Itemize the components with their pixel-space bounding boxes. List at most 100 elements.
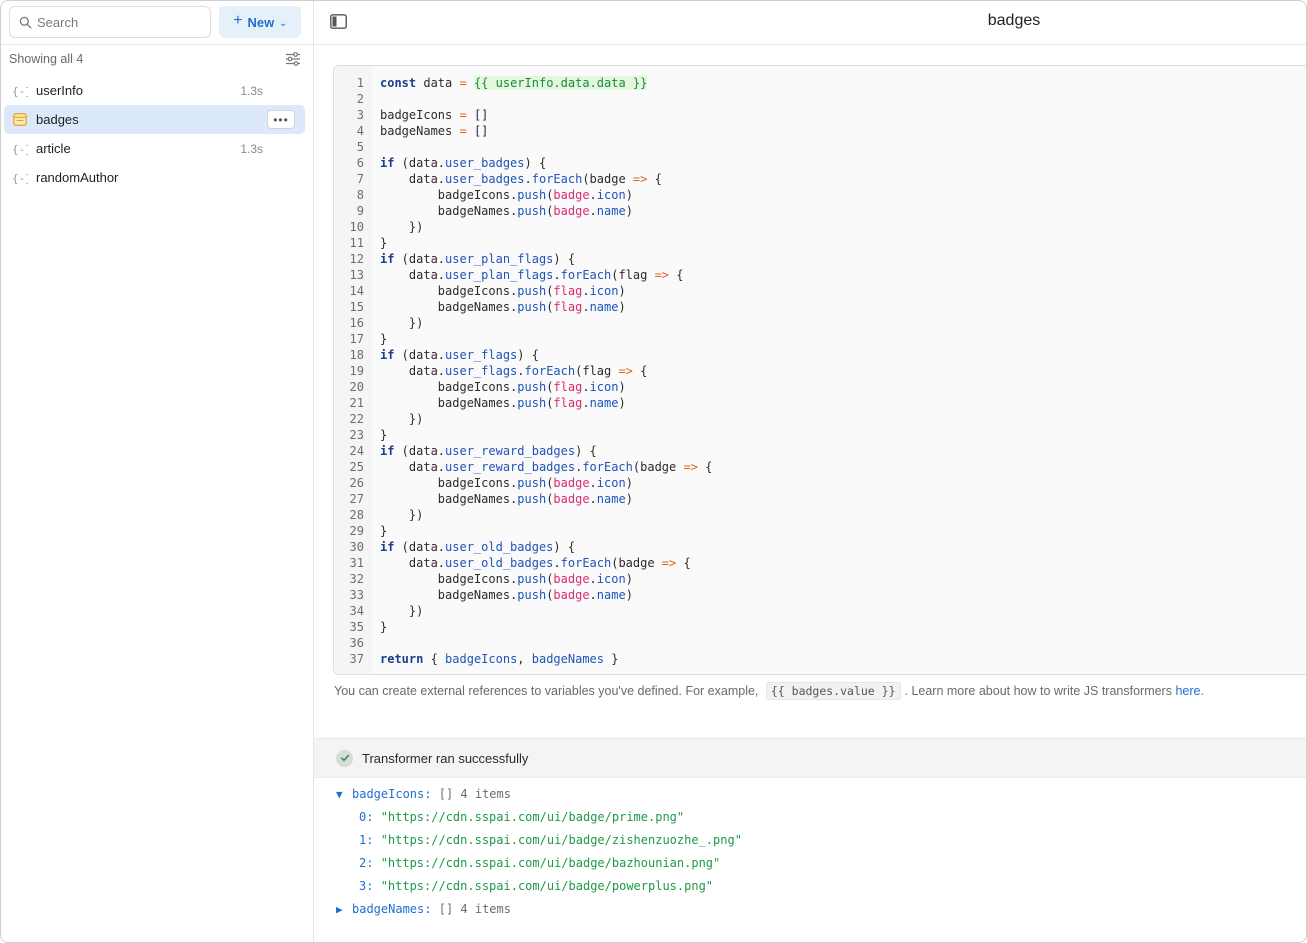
line-number: 20	[349, 380, 364, 394]
line-number: 4	[356, 124, 364, 138]
query-item-userinfo[interactable]: {-} userInfo 1.3s	[4, 76, 305, 105]
code-line: 15 badgeNames.push(flag.name)	[334, 299, 1306, 315]
code-line: 35}	[334, 619, 1306, 635]
code-line: 27 badgeNames.push(badge.name)	[334, 491, 1306, 507]
query-sidebar: + New ⌄ Showing all 4 {-} userInfo 1.3s	[1, 1, 314, 942]
query-item-badges[interactable]: badges •••	[4, 105, 305, 134]
code-editor[interactable]: 1 const data = {{ userInfo.data.data }} 2 3…	[333, 65, 1306, 675]
code-text: badgeNames.push(badge.name)	[380, 492, 633, 506]
code-text: }	[380, 620, 388, 634]
code-text: if (data.user_reward_badges) {	[380, 444, 597, 458]
svg-text:{-}: {-}	[12, 172, 28, 185]
code-text: badgeIcons.push(flag.icon)	[380, 380, 626, 394]
code-text: }	[380, 236, 388, 250]
code-line: 12 if (data.user_plan_flags) {	[334, 251, 1306, 267]
code-text: if (data.user_flags) {	[380, 348, 539, 362]
tree-value: "https://cdn.sspai.com/ui/badge/powerplu…	[380, 879, 714, 893]
tree-value: "https://cdn.sspai.com/ui/badge/prime.pn…	[380, 810, 685, 824]
tree-meta: [] 4 items	[438, 902, 511, 916]
code-text: badgeNames.push(badge.name)	[380, 588, 633, 602]
svg-text:{-}: {-}	[12, 85, 28, 98]
plus-icon: +	[233, 12, 243, 29]
query-icon: {-}	[12, 141, 28, 157]
line-number: 36	[349, 636, 364, 650]
line-number: 25	[349, 460, 364, 474]
code-line: 36	[334, 635, 1306, 651]
line-number: 11	[349, 236, 364, 250]
caret-right-icon[interactable]: ▶	[336, 898, 352, 921]
query-name: randomAuthor	[36, 170, 119, 185]
code-text: if (data.user_plan_flags) {	[380, 252, 576, 266]
tree-meta: [] 4 items	[438, 787, 511, 801]
search-box[interactable]	[9, 6, 211, 38]
tree-node-badgeicons[interactable]: ▼ badgeIcons: [] 4 items	[336, 783, 742, 806]
svg-text:{-}: {-}	[12, 143, 28, 156]
query-name: userInfo	[36, 83, 83, 98]
new-query-button[interactable]: + New ⌄	[219, 6, 301, 38]
code-text: data.user_badges.forEach(badge => {	[380, 172, 662, 186]
filter-settings-icon[interactable]	[285, 51, 301, 67]
line-number: 34	[349, 604, 364, 618]
query-count-label: Showing all 4	[9, 52, 84, 66]
code-text: data.user_old_badges.forEach(badge => {	[380, 556, 691, 570]
line-number: 32	[349, 572, 364, 586]
line-number: 15	[349, 300, 364, 314]
code-line: 4 badgeNames = []	[334, 123, 1306, 139]
code-line: 26 badgeIcons.push(badge.icon)	[334, 475, 1306, 491]
code-text: })	[380, 412, 424, 426]
helper-prefix: You can create external references to va…	[334, 684, 759, 698]
code-text: }	[380, 332, 388, 346]
tree-index: 3:	[359, 879, 374, 893]
code-text: data.user_reward_badges.forEach(badge =>…	[380, 460, 713, 474]
line-number: 22	[349, 412, 364, 426]
code-line: 29}	[334, 523, 1306, 539]
line-number: 3	[356, 108, 364, 122]
caret-down-icon[interactable]: ▼	[336, 783, 352, 806]
code-line: 14 badgeIcons.push(flag.icon)	[334, 283, 1306, 299]
helper-middle: . Learn more about how to write JS trans…	[904, 684, 1172, 698]
sidebar-toolbar: + New ⌄	[1, 1, 313, 45]
code-line: 2	[334, 91, 1306, 107]
code-line: 6 if (data.user_badges) {	[334, 155, 1306, 171]
code-line: 11}	[334, 235, 1306, 251]
query-runtime: 1.3s	[240, 83, 263, 98]
app-window: + New ⌄ Showing all 4 {-} userInfo 1.3s	[0, 0, 1307, 943]
code-line: 5	[334, 139, 1306, 155]
line-number: 37	[349, 652, 364, 666]
line-number: 29	[349, 524, 364, 538]
line-number: 28	[349, 508, 364, 522]
code-text: }	[380, 524, 388, 538]
search-input[interactable]	[37, 14, 197, 30]
code-text: })	[380, 604, 424, 618]
query-item-article[interactable]: {-} article 1.3s	[4, 134, 305, 163]
result-status-text: Transformer ran successfully	[362, 750, 529, 766]
query-name: badges	[36, 112, 79, 127]
docs-link[interactable]: here	[1175, 684, 1200, 698]
code-text: if (data.user_badges) {	[380, 156, 547, 170]
tree-index: 1:	[359, 833, 374, 847]
tree-node-badgenames[interactable]: ▶ badgeNames: [] 4 items	[336, 898, 742, 921]
code-line: 28 })	[334, 507, 1306, 523]
tree-key: badgeNames:	[352, 902, 432, 916]
new-button-label: New	[247, 14, 275, 30]
line-number: 14	[349, 284, 364, 298]
code-text: return { badgeIcons, badgeNames }	[380, 652, 619, 666]
code-line: 22 })	[334, 411, 1306, 427]
tree-item: 3: "https://cdn.sspai.com/ui/badge/power…	[336, 875, 742, 898]
query-item-randomauthor[interactable]: {-} randomAuthor	[4, 163, 305, 192]
sidebar-toggle-icon[interactable]	[330, 14, 347, 29]
code-text: badgeIcons.push(badge.icon)	[380, 188, 633, 202]
more-options-button[interactable]: •••	[267, 110, 295, 129]
line-number: 26	[349, 476, 364, 490]
line-number: 10	[349, 220, 364, 234]
tree-index: 2:	[359, 856, 374, 870]
code-line: 25 data.user_reward_badges.forEach(badge…	[334, 459, 1306, 475]
code-text: const data = {{ userInfo.data.data }}	[380, 76, 648, 90]
code-line: 23}	[334, 427, 1306, 443]
code-text: badgeNames.push(flag.name)	[380, 396, 626, 410]
code-line: 10 })	[334, 219, 1306, 235]
line-number: 9	[356, 204, 364, 218]
chevron-down-icon: ⌄	[279, 17, 287, 28]
code-text: badgeIcons = []	[380, 108, 489, 122]
line-number: 27	[349, 492, 364, 506]
